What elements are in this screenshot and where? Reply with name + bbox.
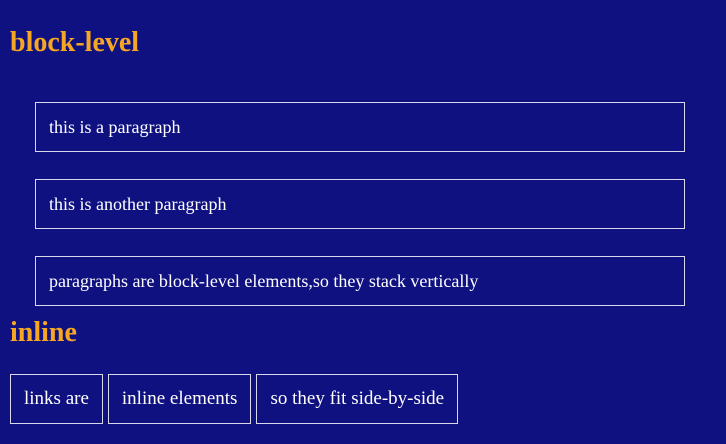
paragraph-3: paragraphs are block-level elements,so t… — [35, 256, 685, 306]
paragraph-2: this is another paragraph — [35, 179, 685, 229]
block-level-heading: block-level — [10, 27, 140, 58]
link-2[interactable]: inline elements — [107, 374, 252, 424]
inline-links-row: links are inline elements so they fit si… — [10, 374, 459, 424]
link-1[interactable]: links are — [10, 374, 103, 424]
link-3[interactable]: so they fit side-by-side — [256, 374, 459, 424]
inline-heading: inline — [10, 317, 77, 348]
paragraph-1: this is a paragraph — [35, 102, 685, 152]
